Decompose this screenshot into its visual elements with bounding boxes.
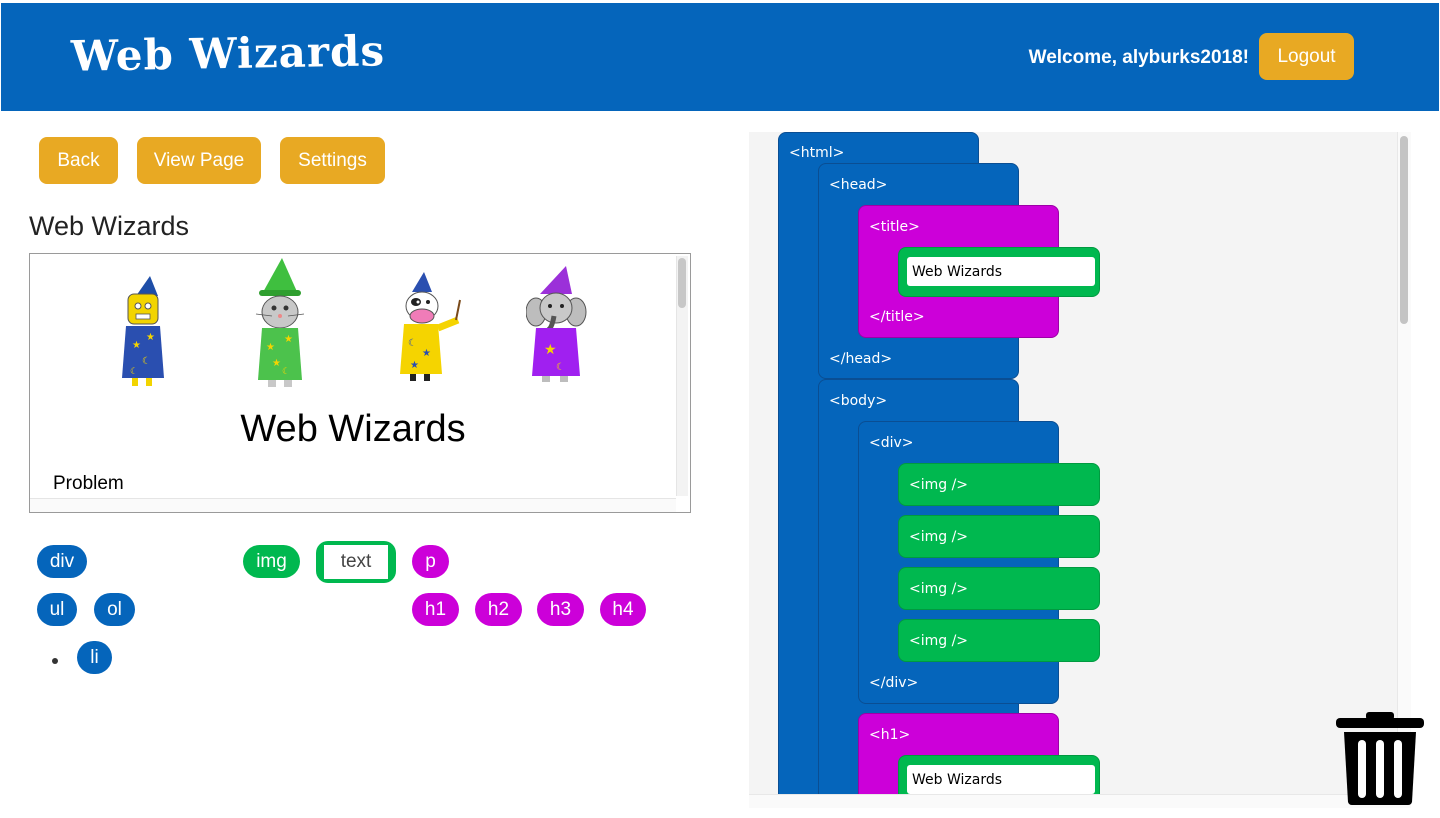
- svg-text:★: ★: [272, 358, 281, 369]
- svg-text:★: ★: [266, 342, 275, 353]
- palette-h3-block[interactable]: h3: [537, 593, 584, 626]
- body-open-tag: <body>: [829, 393, 888, 409]
- palette-h4-block[interactable]: h4: [600, 593, 646, 626]
- svg-text:☾: ☾: [282, 366, 290, 376]
- svg-text:★: ★: [132, 340, 141, 351]
- preview-horizontal-scrollbar[interactable]: [30, 498, 676, 512]
- palette-text-block[interactable]: text: [316, 541, 396, 583]
- palette-li-block[interactable]: li: [77, 641, 112, 674]
- palette-h2-block[interactable]: h2: [475, 593, 522, 626]
- back-button[interactable]: Back: [39, 137, 118, 184]
- robot-wizard-image: ★ ★ ☾ ☾: [122, 276, 164, 386]
- title-text-field[interactable]: Web Wizards: [907, 257, 1095, 286]
- div-close-tag: </div>: [869, 675, 919, 691]
- svg-text:★: ★: [410, 360, 419, 371]
- page-title: Web Wizards: [29, 211, 190, 241]
- h1-text-field[interactable]: Web Wizards: [907, 765, 1095, 794]
- view-page-button[interactable]: View Page: [137, 137, 261, 184]
- trash-icon[interactable]: [1334, 712, 1426, 806]
- head-open-tag: <head>: [829, 177, 888, 193]
- svg-text:★: ★: [544, 341, 557, 357]
- head-close-tag: </head>: [829, 351, 893, 367]
- palette-h1-block[interactable]: h1: [412, 593, 459, 626]
- preview-paragraph: Problem: [53, 473, 124, 494]
- svg-text:☾: ☾: [142, 356, 151, 367]
- cow-wizard-image: ☾ ★ ★: [400, 272, 461, 381]
- title-open-tag: <title>: [869, 219, 920, 235]
- palette-img-block[interactable]: img: [243, 545, 300, 578]
- title-close-tag: </title>: [869, 309, 925, 325]
- img-tag-2: <img />: [909, 529, 969, 545]
- preview-heading: Web Wizards: [240, 408, 466, 450]
- list-bullet: [52, 658, 58, 664]
- palette-text-label: text: [324, 545, 388, 579]
- app-logo: Web Wizards: [70, 26, 386, 81]
- svg-text:☾: ☾: [408, 338, 417, 349]
- block-workspace[interactable]: <html> <head> <title> Web Wizards </titl…: [749, 132, 1411, 808]
- settings-button[interactable]: Settings: [280, 137, 385, 184]
- page-preview: ★ ★ ☾ ☾ ★ ★ ★ ☾ ☾ ★ ★ ★ ☾ Web Wizards Pr…: [29, 253, 691, 513]
- workspace-scroll-thumb[interactable]: [1400, 136, 1408, 324]
- welcome-text: Welcome, alyburks2018!: [1028, 47, 1249, 68]
- palette-ol-block[interactable]: ol: [94, 593, 135, 626]
- img-tag-1: <img />: [909, 477, 969, 493]
- elephant-wizard-image: ★ ☾: [526, 266, 587, 382]
- cat-wizard-image: ★ ★ ★ ☾: [255, 258, 305, 387]
- div-open-tag: <div>: [869, 435, 914, 451]
- palette-ul-block[interactable]: ul: [37, 593, 77, 626]
- top-header: Web Wizards Welcome, alyburks2018!: [1, 3, 1439, 111]
- logout-button[interactable]: Logout: [1259, 33, 1354, 80]
- svg-text:★: ★: [422, 348, 431, 359]
- svg-text:★: ★: [146, 332, 155, 343]
- img-tag-4: <img />: [909, 633, 969, 649]
- html-open-tag: <html>: [789, 145, 845, 161]
- img-tag-3: <img />: [909, 581, 969, 597]
- preview-scroll-thumb[interactable]: [678, 258, 686, 308]
- palette-div-block[interactable]: div: [37, 545, 87, 578]
- svg-text:☾: ☾: [130, 366, 138, 376]
- svg-text:☾: ☾: [556, 362, 565, 373]
- workspace-horizontal-scrollbar[interactable]: [749, 794, 1411, 808]
- palette-p-block[interactable]: p: [412, 545, 449, 578]
- svg-text:★: ★: [284, 334, 293, 345]
- h1-open-tag: <h1>: [869, 727, 911, 743]
